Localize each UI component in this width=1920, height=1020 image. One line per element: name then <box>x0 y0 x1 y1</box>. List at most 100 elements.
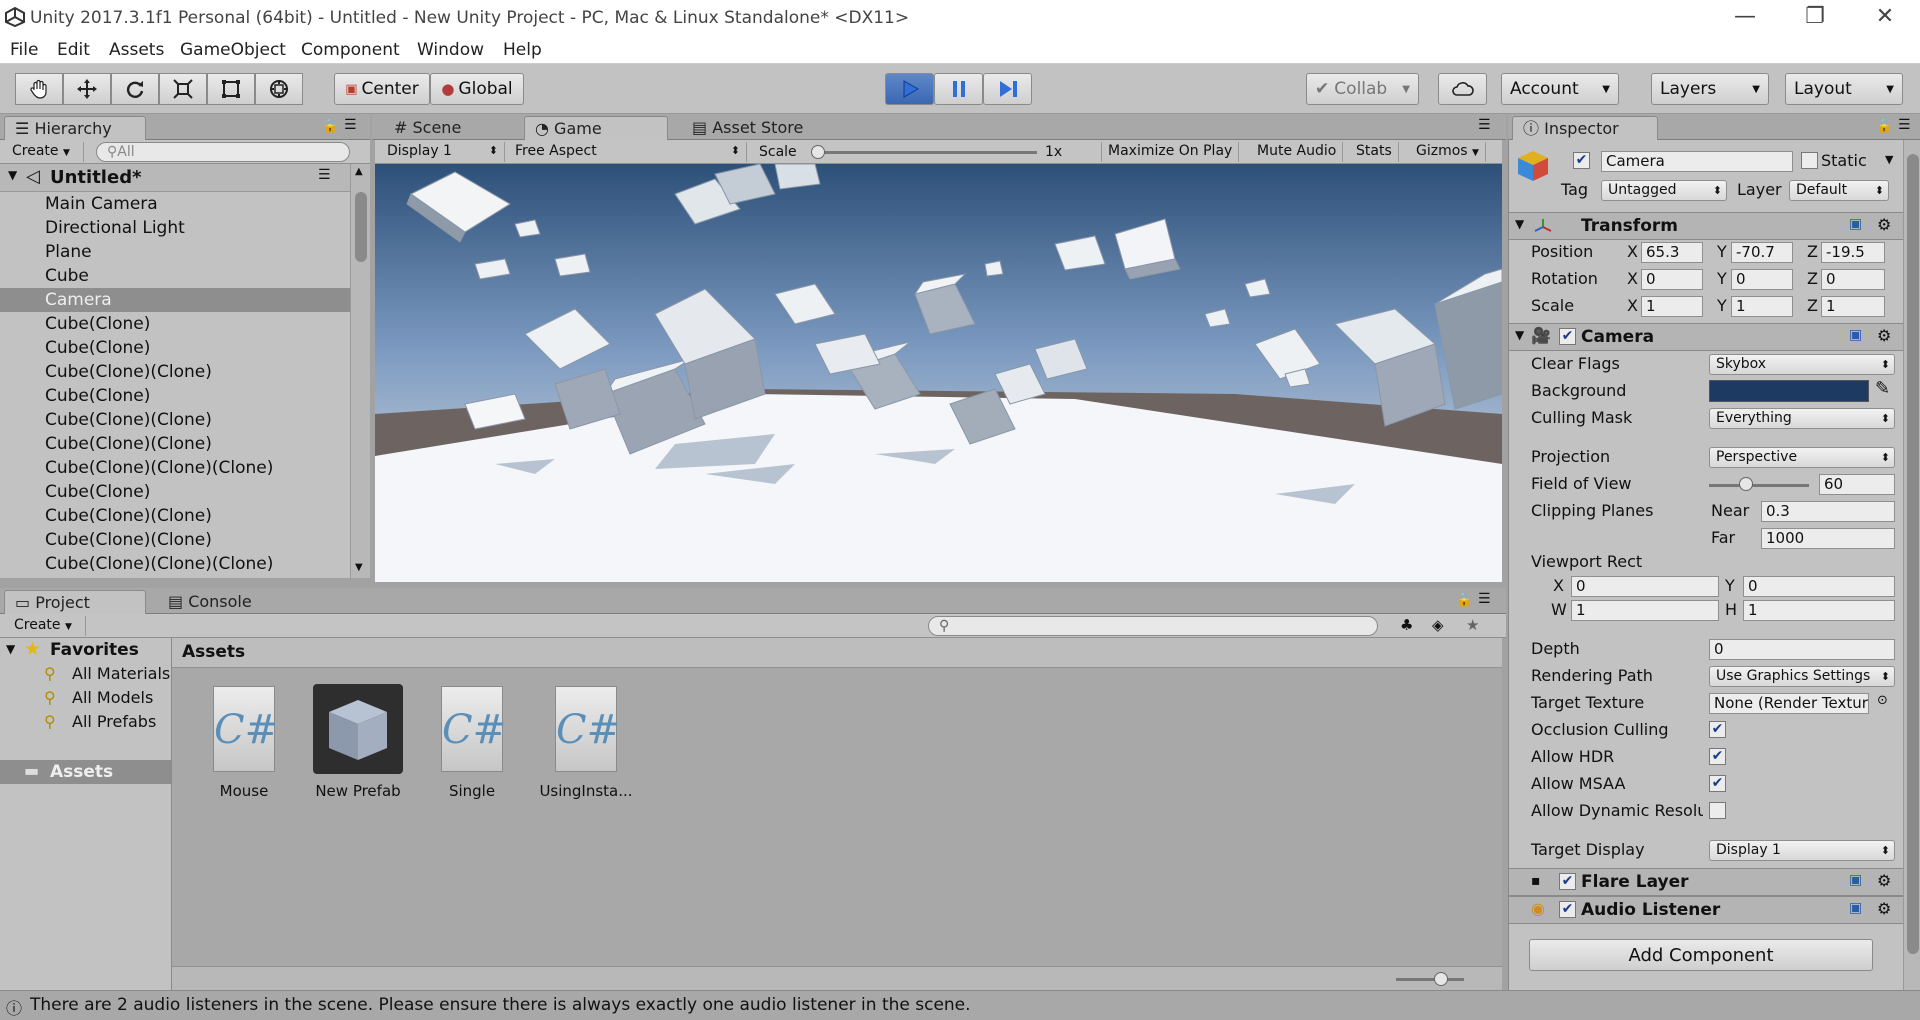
aspect-dropdown[interactable]: Free Aspect ⬍ <box>509 142 747 162</box>
flare-layer-header[interactable]: ▪ ✔ Flare Layer ▣ ⚙ <box>1509 868 1909 896</box>
step-button[interactable] <box>983 73 1032 105</box>
hierarchy-item[interactable]: Main Camera <box>0 192 350 216</box>
projection-dropdown[interactable]: Perspective <box>1709 447 1895 468</box>
game-view-render[interactable] <box>375 164 1502 582</box>
position-z-field[interactable]: -19.5 <box>1821 242 1885 263</box>
hierarchy-item[interactable]: Cube(Clone) <box>0 336 350 360</box>
help-book-icon[interactable]: ▣ <box>1849 872 1862 888</box>
scale-x-field[interactable]: 1 <box>1641 296 1703 317</box>
allow-hdr-checkbox[interactable]: ✔ <box>1709 748 1726 765</box>
panel-menu-icon[interactable]: ☰ <box>1478 117 1491 133</box>
hierarchy-item[interactable]: Cube(Clone)(Clone) <box>0 504 350 528</box>
help-book-icon[interactable]: ▣ <box>1849 900 1862 916</box>
menu-assets[interactable]: Assets <box>109 40 164 60</box>
panel-menu-icon[interactable]: ☰ <box>1898 117 1911 133</box>
rotation-x-field[interactable]: 0 <box>1641 269 1703 290</box>
hierarchy-item[interactable]: Cube <box>0 264 350 288</box>
target-texture-field[interactable]: None (Render Texture) <box>1709 693 1869 714</box>
near-field[interactable]: 0.3 <box>1761 501 1895 522</box>
expand-arrow-icon[interactable]: ▼ <box>8 168 17 182</box>
background-color-swatch[interactable] <box>1709 380 1869 402</box>
hierarchy-item[interactable]: Directional Light <box>0 216 350 240</box>
panel-menu-icon[interactable]: ☰ <box>1478 591 1491 607</box>
tag-dropdown[interactable]: Untagged <box>1601 180 1727 201</box>
scroll-up-icon[interactable]: ▲ <box>355 166 363 177</box>
space-global-button[interactable]: ● Global <box>430 73 524 105</box>
culling-mask-dropdown[interactable]: Everything <box>1709 408 1895 429</box>
far-field[interactable]: 1000 <box>1761 528 1895 549</box>
object-name-field[interactable]: Camera <box>1601 151 1793 172</box>
fov-slider-track[interactable] <box>1709 484 1809 487</box>
asset-item[interactable]: C# UsingInsta... <box>536 686 636 800</box>
layers-dropdown[interactable]: Layers ▼ <box>1651 73 1769 105</box>
hierarchy-item[interactable]: Cube(Clone)(Clone) <box>0 432 350 456</box>
tab-console[interactable]: ▤ Console <box>158 590 278 614</box>
layer-dropdown[interactable]: Default <box>1789 180 1889 201</box>
depth-field[interactable]: 0 <box>1709 639 1895 660</box>
flare-enabled-checkbox[interactable]: ✔ <box>1559 873 1576 890</box>
viewport-y-field[interactable]: 0 <box>1743 576 1895 597</box>
fav-all-materials[interactable]: All Materials <box>72 664 172 683</box>
menu-edit[interactable]: Edit <box>57 40 90 60</box>
scroll-down-icon[interactable]: ▼ <box>355 562 363 573</box>
menu-help[interactable]: Help <box>503 40 542 60</box>
minimize-button[interactable]: — <box>1710 0 1780 36</box>
assets-folder-row[interactable]: ▬ Assets <box>0 760 171 784</box>
rect-tool-icon[interactable] <box>207 73 255 105</box>
help-book-icon[interactable]: ▣ <box>1849 327 1862 343</box>
static-checkbox[interactable] <box>1801 152 1818 169</box>
camera-header[interactable]: ▼ 🎥 ✔ Camera ▣ ⚙ <box>1509 323 1909 351</box>
tab-project[interactable]: ▭ Project <box>4 590 146 614</box>
filter-label-icon[interactable]: ◈ <box>1432 616 1444 634</box>
gear-icon[interactable]: ⚙ <box>1877 215 1891 234</box>
layout-dropdown[interactable]: Layout ▼ <box>1785 73 1903 105</box>
account-dropdown[interactable]: Account ▼ <box>1501 73 1619 105</box>
menu-component[interactable]: Component <box>301 40 400 60</box>
rotation-y-field[interactable]: 0 <box>1731 269 1793 290</box>
allow-dynamic-resolution-checkbox[interactable] <box>1709 802 1726 819</box>
lock-icon[interactable]: 🔒 <box>322 119 338 134</box>
scene-header[interactable]: ▼ ◁ Untitled* ☰ <box>0 164 350 192</box>
expand-arrow-icon[interactable]: ▼ <box>1515 328 1524 342</box>
camera-enabled-checkbox[interactable]: ✔ <box>1559 328 1576 345</box>
scale-y-field[interactable]: 1 <box>1731 296 1793 317</box>
asset-item[interactable]: C# Mouse <box>194 686 294 800</box>
tab-game[interactable]: ◔ Game <box>524 116 668 140</box>
hierarchy-item[interactable]: Cube(Clone)(Clone) <box>0 408 350 432</box>
mute-audio-toggle[interactable]: Mute Audio <box>1251 142 1344 162</box>
gear-icon[interactable]: ⚙ <box>1877 899 1891 918</box>
lock-icon[interactable]: 🔒 <box>1876 119 1892 134</box>
add-component-button[interactable]: Add Component <box>1529 939 1873 971</box>
play-button[interactable] <box>885 73 934 105</box>
object-picker-icon[interactable]: ⊙ <box>1877 693 1888 708</box>
hierarchy-item[interactable]: Camera <box>0 288 350 312</box>
hierarchy-item[interactable]: Cube(Clone)(Clone) <box>0 360 350 384</box>
scrollbar-thumb[interactable] <box>355 192 367 262</box>
position-y-field[interactable]: -70.7 <box>1731 242 1793 263</box>
hierarchy-scrollbar[interactable]: ▲ ▼ <box>350 164 370 578</box>
hierarchy-create-button[interactable]: Create ▼ <box>6 142 84 162</box>
pause-button[interactable] <box>934 73 983 105</box>
target-display-dropdown[interactable]: Display 1 <box>1709 840 1895 861</box>
expand-arrow-icon[interactable]: ▼ <box>6 642 15 656</box>
eyedropper-icon[interactable]: ✎ <box>1875 378 1890 399</box>
static-dropdown-icon[interactable]: ▼ <box>1885 153 1893 166</box>
asset-item[interactable]: C# Single <box>422 686 522 800</box>
hierarchy-item[interactable]: Cube(Clone) <box>0 312 350 336</box>
move-tool-icon[interactable] <box>63 73 111 105</box>
help-book-icon[interactable]: ▣ <box>1849 216 1862 232</box>
fov-field[interactable]: 60 <box>1819 474 1895 495</box>
inspector-scrollbar[interactable] <box>1903 140 1920 990</box>
rendering-path-dropdown[interactable]: Use Graphics Settings <box>1709 666 1895 687</box>
transform-header[interactable]: ▼ Transform ▣ ⚙ <box>1509 212 1909 240</box>
fav-all-prefabs[interactable]: All Prefabs <box>72 712 156 731</box>
hierarchy-item[interactable]: Cube(Clone)(Clone)(Clone) <box>0 456 350 480</box>
project-search-input[interactable]: ⚲ <box>928 616 1378 636</box>
display-dropdown[interactable]: Display 1 ⬍ <box>381 142 505 162</box>
audio-listener-enabled-checkbox[interactable]: ✔ <box>1559 901 1576 918</box>
favorites-label[interactable]: Favorites <box>50 640 139 660</box>
maximize-on-play-toggle[interactable]: Maximize On Play <box>1101 142 1240 162</box>
hierarchy-item[interactable]: Cube(Clone)(Clone)(Clone) <box>0 552 350 576</box>
tab-inspector[interactable]: ⓘ Inspector <box>1512 116 1658 140</box>
rotation-z-field[interactable]: 0 <box>1821 269 1885 290</box>
